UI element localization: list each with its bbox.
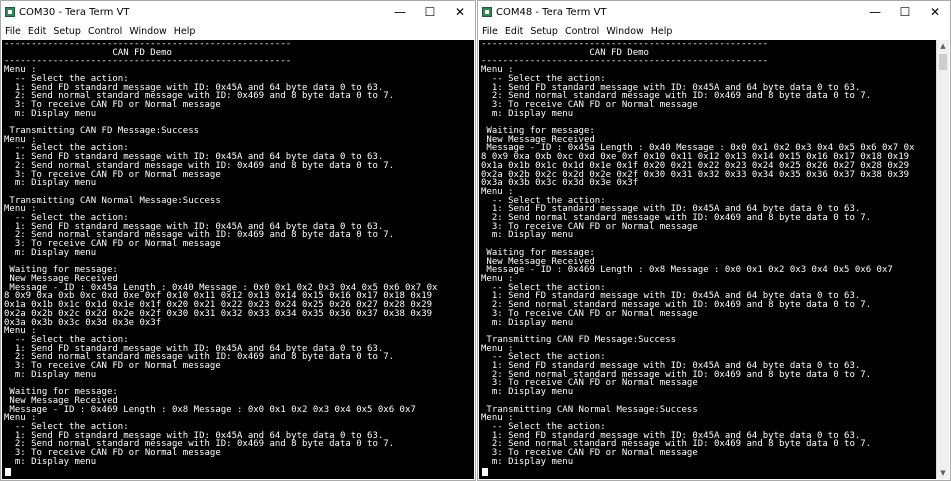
terminal-line: ----------------------------------------…	[481, 56, 769, 67]
terminal-line: m: Display menu	[481, 456, 574, 467]
title-bar[interactable]: COM30 - Tera Term VT — ☐ ✕	[1, 1, 475, 23]
scroll-down-arrow-icon[interactable]: ▼	[937, 467, 949, 479]
window-title: COM48 - Tera Term VT	[496, 6, 607, 18]
menu-window[interactable]: Window	[129, 26, 166, 37]
menu-edit[interactable]: Edit	[505, 26, 523, 37]
menu-setup[interactable]: Setup	[530, 26, 558, 37]
terminal-line: ----------------------------------------…	[4, 56, 292, 67]
menu-control[interactable]: Control	[565, 26, 599, 37]
menu-setup[interactable]: Setup	[53, 26, 81, 37]
terminal-output: ----------------------------------------…	[2, 40, 474, 466]
close-button[interactable]: ✕	[445, 1, 475, 23]
menu-help[interactable]: Help	[651, 26, 673, 37]
terminal-line: m: Display menu	[4, 178, 97, 189]
terminal-area[interactable]: ----------------------------------------…	[2, 40, 474, 479]
terminal-line: Message - ID : 0x469 Length : 0x8 Messag…	[4, 404, 416, 415]
maximize-button[interactable]: ☐	[415, 1, 445, 23]
terminal-line: m: Display menu	[4, 108, 97, 119]
tera-term-app-icon[interactable]	[482, 7, 492, 17]
menu-bar: File Edit Setup Control Window Help	[1, 23, 475, 39]
menu-control[interactable]: Control	[88, 26, 122, 37]
menu-help[interactable]: Help	[174, 26, 196, 37]
terminal-line: m: Display menu	[4, 247, 97, 258]
terminal-line: m: Display menu	[481, 108, 574, 119]
menu-bar: File Edit Setup Control Window Help	[478, 23, 950, 39]
window-com30[interactable]: COM30 - Tera Term VT — ☐ ✕ File Edit Set…	[0, 0, 476, 481]
tera-term-app-icon[interactable]	[5, 7, 15, 17]
minimize-button[interactable]: —	[385, 1, 415, 23]
terminal-output: ----------------------------------------…	[479, 40, 936, 466]
terminal-line: m: Display menu	[4, 456, 97, 467]
scroll-up-arrow-icon[interactable]: ▲	[937, 40, 949, 52]
terminal-line: m: Display menu	[481, 317, 574, 328]
terminal-line: Message - ID : 0x469 Length : 0x8 Messag…	[481, 265, 893, 276]
menu-edit[interactable]: Edit	[28, 26, 46, 37]
menu-window[interactable]: Window	[606, 26, 643, 37]
close-button[interactable]: ✕	[920, 1, 950, 23]
window-title: COM30 - Tera Term VT	[19, 6, 130, 18]
terminal-cursor	[5, 468, 11, 476]
menu-file[interactable]: File	[5, 26, 21, 37]
window-com48[interactable]: COM48 - Tera Term VT — ☐ ✕ File Edit Set…	[477, 0, 951, 481]
terminal-cursor	[482, 468, 488, 476]
terminal-line: m: Display menu	[481, 230, 574, 241]
title-bar[interactable]: COM48 - Tera Term VT — ☐ ✕	[478, 1, 950, 23]
terminal-area[interactable]: ----------------------------------------…	[479, 40, 936, 479]
scrollbar-thumb[interactable]	[939, 54, 947, 70]
terminal-line: m: Display menu	[481, 387, 574, 398]
terminal-line: m: Display menu	[4, 369, 97, 380]
maximize-button[interactable]: ☐	[890, 1, 920, 23]
vertical-scrollbar[interactable]: ▲ ▼	[936, 40, 949, 479]
minimize-button[interactable]: —	[860, 1, 890, 23]
menu-file[interactable]: File	[482, 26, 498, 37]
